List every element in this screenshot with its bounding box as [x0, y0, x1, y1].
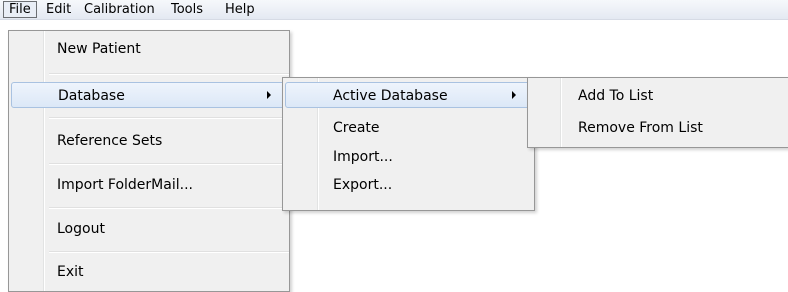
menu-separator [49, 251, 289, 253]
menu-item-label: Export... [333, 177, 393, 193]
menu-item-label: Create [333, 120, 380, 136]
menu-item-add-to-list[interactable]: Add To List [578, 83, 778, 109]
database-submenu: Active Database Create Import... Export.… [282, 77, 535, 211]
menu-item-label: Logout [57, 221, 105, 237]
submenu-arrow-icon [512, 91, 516, 99]
menu-item-label: Add To List [578, 88, 654, 104]
menu-item-label: Import... [333, 149, 393, 165]
menu-file[interactable]: File [3, 1, 37, 18]
menu-tools[interactable]: Tools [166, 1, 208, 18]
menu-edit[interactable]: Edit [41, 1, 76, 18]
menu-item-label: Reference Sets [57, 133, 163, 149]
menu-item-label: Exit [57, 264, 84, 280]
menu-item-exit[interactable]: Exit [57, 259, 287, 285]
menu-gutter [560, 78, 562, 147]
menu-item-database[interactable]: Database [11, 82, 287, 108]
menu-separator [49, 73, 289, 75]
menu-item-label: Database [58, 88, 125, 104]
menu-separator [49, 207, 289, 209]
menu-bar: File Edit Calibration Tools Help [0, 0, 788, 20]
menu-separator [49, 163, 289, 165]
menu-item-label: Active Database [333, 88, 448, 104]
menu-item-logout[interactable]: Logout [57, 216, 287, 242]
menu-separator [49, 117, 289, 119]
menu-item-new-patient[interactable]: New Patient [57, 36, 287, 62]
active-database-submenu: Add To List Remove From List [527, 77, 788, 148]
menu-item-label: Remove From List [578, 120, 703, 136]
menu-item-active-database[interactable]: Active Database [285, 82, 532, 108]
submenu-arrow-icon [267, 91, 271, 99]
menu-item-export[interactable]: Export... [333, 172, 523, 198]
menu-item-label: New Patient [57, 41, 141, 57]
menu-item-label: Import FolderMail... [57, 177, 193, 193]
menu-item-import[interactable]: Import... [333, 144, 523, 170]
menu-item-import-foldermail[interactable]: Import FolderMail... [57, 172, 287, 198]
menu-item-remove-from-list[interactable]: Remove From List [578, 115, 778, 141]
menu-calibration[interactable]: Calibration [79, 1, 160, 18]
menu-help[interactable]: Help [220, 1, 260, 18]
menu-item-reference-sets[interactable]: Reference Sets [57, 128, 287, 154]
menu-item-create[interactable]: Create [333, 115, 523, 141]
menu-gutter [43, 31, 45, 291]
file-menu: New Patient Database Reference Sets Impo… [8, 30, 290, 292]
